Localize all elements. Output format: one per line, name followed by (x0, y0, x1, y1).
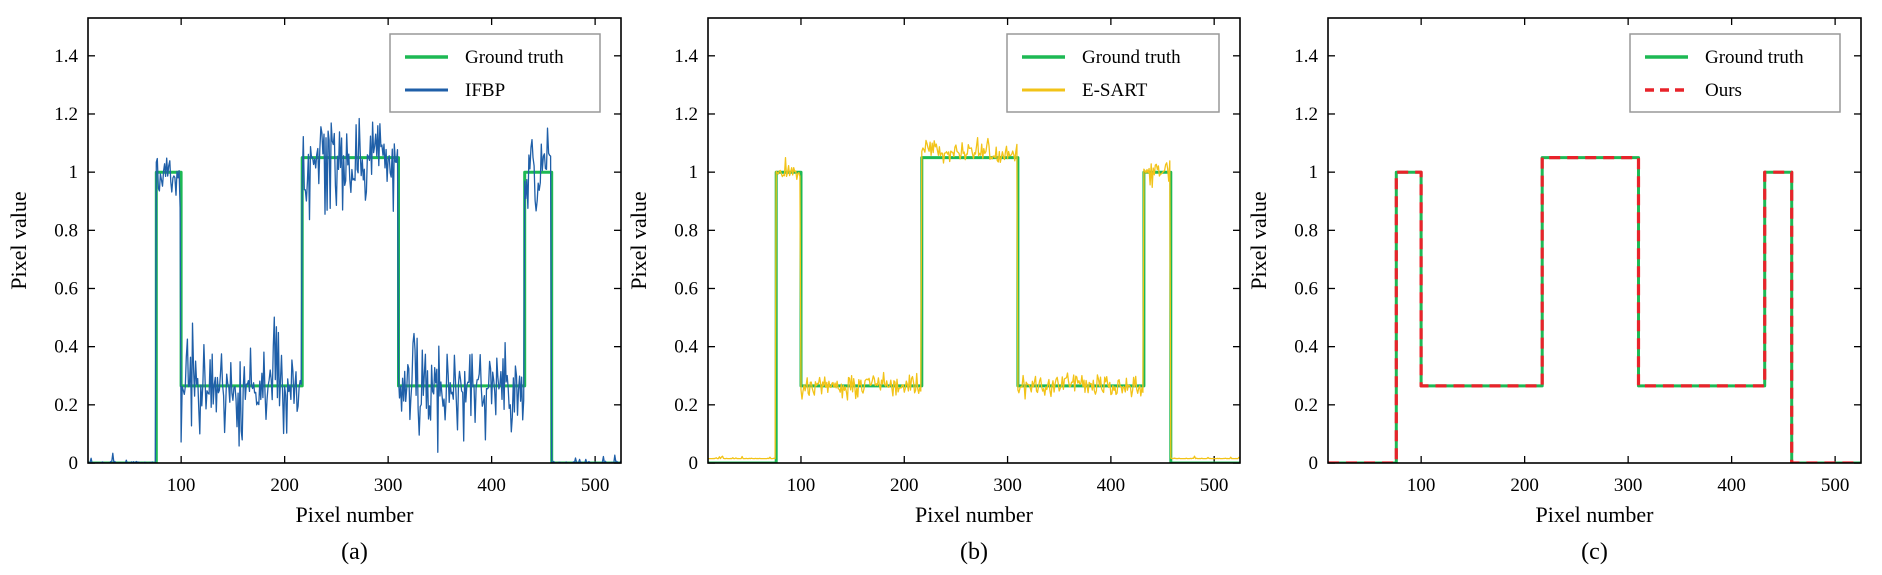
y-tick-label: 0.6 (54, 278, 78, 299)
y-tick-label: 0.4 (54, 337, 78, 358)
y-tick-label: 0.2 (674, 395, 698, 416)
x-tick-label: 100 (1407, 475, 1436, 496)
y-tick-label: 1.2 (1294, 104, 1318, 125)
x-tick-label: 500 (1821, 475, 1850, 496)
x-tick-label: 200 (1510, 475, 1539, 496)
chart-panel-3: 0 0.2 0.4 0.6 0.8 1 1.2 1.4 100 200 300 400 500 Groun… (1246, 17, 1862, 565)
y-tick-label: 1.2 (54, 104, 78, 125)
plot-area (88, 117, 621, 463)
legend: Ground truth E-SART (1006, 33, 1220, 113)
legend-label: Ours (1705, 80, 1742, 101)
y-tick-label: 0.2 (54, 395, 78, 416)
x-tick-label: 100 (787, 475, 816, 496)
series-line-ground-truth (1328, 156, 1861, 463)
y-tick-label: 1.4 (54, 46, 78, 67)
y-tick-label: 1 (69, 162, 79, 183)
y-axis-label: Pixel value (626, 191, 651, 289)
series-line-ground-truth (88, 156, 621, 463)
legend-label: Ground truth (465, 47, 564, 68)
y-tick-label: 0.4 (674, 337, 698, 358)
x-tick-label: 500 (1200, 475, 1229, 496)
panel-caption: (c) (1581, 539, 1608, 565)
series-line-ground-truth (708, 156, 1240, 463)
panel-caption: (a) (341, 539, 368, 565)
x-axis-label: Pixel number (1536, 502, 1655, 527)
legend-label: Ground truth (1082, 47, 1181, 68)
y-tick-label: 1.4 (674, 46, 698, 67)
x-tick-label: 200 (270, 475, 299, 496)
plot-area (708, 136, 1240, 463)
y-tick-label: 0 (1309, 453, 1319, 474)
x-tick-label: 200 (890, 475, 919, 496)
x-tick-label: 400 (1097, 475, 1126, 496)
y-tick-label: 0.8 (674, 220, 698, 241)
series-line-ours (1328, 156, 1861, 463)
panel-caption: (b) (960, 539, 988, 565)
chart-panel-1: 0 0.2 0.4 0.6 0.8 1 1.2 1.4 100 200 300 400 500 Groun… (6, 17, 622, 565)
legend-label: Ground truth (1705, 47, 1804, 68)
series-line-ifbp (88, 117, 621, 463)
legend-label: IFBP (465, 80, 505, 101)
figure: 00.20.40.60.811.21.4100 200 300 400 500Groun… (6, 17, 1862, 565)
x-tick-label: 300 (993, 475, 1022, 496)
y-tick-label: 1.4 (1294, 46, 1318, 67)
y-tick-label: 0 (69, 453, 79, 474)
y-tick-label: 0.8 (1294, 220, 1318, 241)
x-axis-label: Pixel number (915, 502, 1034, 527)
legend-label: E-SART (1082, 80, 1148, 101)
chart-panel-2: 0 0.2 0.4 0.6 0.8 1 1.2 1.4 100 200 300 400 500 Groun… (626, 17, 1241, 565)
y-tick-label: 1 (1309, 162, 1319, 183)
x-tick-label: 400 (1717, 475, 1746, 496)
y-tick-label: 0 (689, 453, 699, 474)
x-tick-label: 300 (374, 475, 403, 496)
y-tick-label: 1.2 (674, 104, 698, 125)
y-tick-label: 0.8 (54, 220, 78, 241)
legend: Ground truth IFBP (389, 33, 601, 113)
y-tick-label: 0.4 (1294, 337, 1318, 358)
y-tick-label: 0.6 (1294, 278, 1318, 299)
y-axis-label: Pixel value (1246, 191, 1271, 289)
y-tick-label: 0.6 (674, 278, 698, 299)
plot-area (1328, 156, 1861, 463)
legend: Ground truth Ours (1629, 33, 1841, 113)
x-tick-label: 400 (477, 475, 506, 496)
series-line-e-sart (708, 136, 1240, 460)
y-tick-label: 0.2 (1294, 395, 1318, 416)
y-axis-label: Pixel value (6, 191, 31, 289)
x-tick-label: 300 (1614, 475, 1643, 496)
x-axis-label: Pixel number (296, 502, 415, 527)
x-tick-label: 500 (581, 475, 610, 496)
x-tick-label: 100 (167, 475, 196, 496)
y-tick-label: 1 (689, 162, 699, 183)
